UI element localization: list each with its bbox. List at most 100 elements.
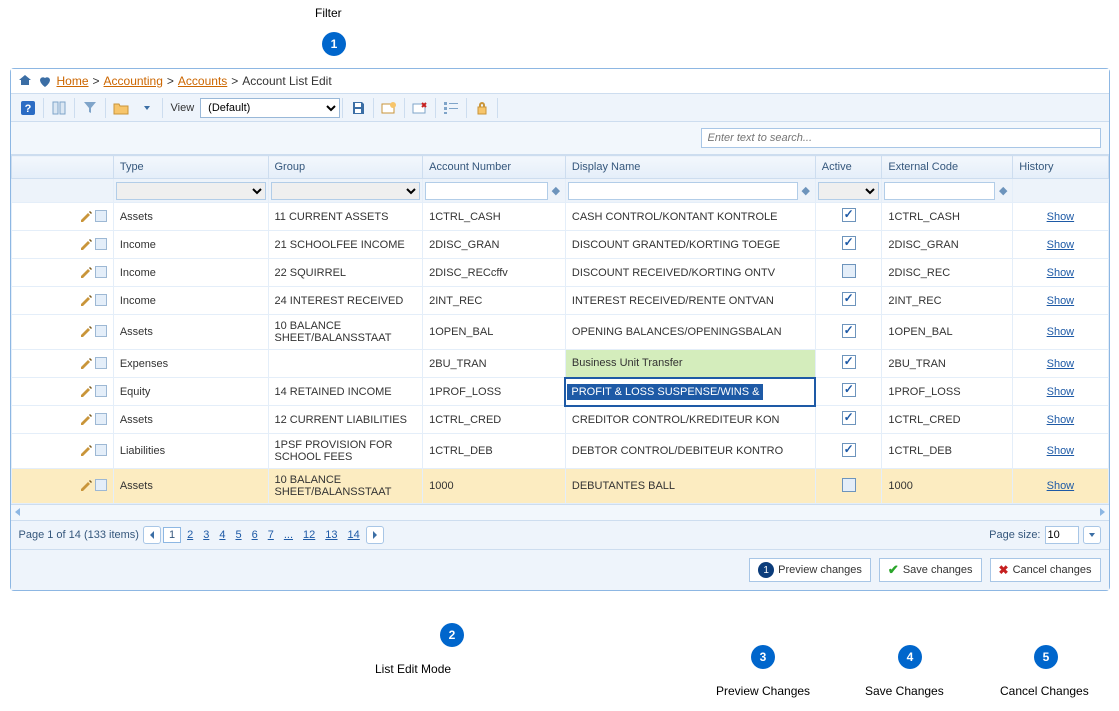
breadcrumb-accounts[interactable]: Accounts <box>178 74 227 88</box>
cell-group[interactable]: 24 INTEREST RECEIVED <box>268 287 423 315</box>
pager-size-dropdown[interactable] <box>1083 526 1101 544</box>
show-link[interactable]: Show <box>1047 445 1075 457</box>
list-button[interactable] <box>438 97 464 119</box>
pager-next[interactable] <box>366 526 384 544</box>
cell-dispname[interactable]: Business Unit Transfer <box>565 350 815 378</box>
cell-accnum[interactable]: 1PROF_LOSS <box>423 378 566 406</box>
show-link[interactable]: Show <box>1047 386 1075 398</box>
delete-button[interactable] <box>407 97 433 119</box>
edit-icon[interactable] <box>79 413 93 427</box>
cell-active[interactable] <box>815 406 882 434</box>
pager-page[interactable]: 5 <box>231 527 245 543</box>
cell-active[interactable] <box>815 350 882 378</box>
active-checkbox[interactable] <box>842 355 856 369</box>
filter-dispname[interactable] <box>568 182 798 200</box>
save-button[interactable] <box>345 97 371 119</box>
cell-accnum[interactable]: 2INT_REC <box>423 287 566 315</box>
horizontal-scrollbar[interactable] <box>11 504 1109 520</box>
edit-icon[interactable] <box>79 479 93 493</box>
row-action-icon[interactable] <box>95 444 107 456</box>
search-input[interactable] <box>701 128 1101 148</box>
cell-extcode[interactable]: 1000 <box>882 469 1013 504</box>
cell-extcode[interactable]: 2DISC_REC <box>882 259 1013 287</box>
cell-dispname[interactable]: DISCOUNT RECEIVED/KORTING ONTV <box>565 259 815 287</box>
pager-page[interactable]: 14 <box>344 527 364 543</box>
cell-dispname[interactable]: DISCOUNT GRANTED/KORTING TOEGE <box>565 231 815 259</box>
cell-type[interactable]: Equity <box>113 378 268 406</box>
cell-type[interactable]: Assets <box>113 469 268 504</box>
active-checkbox[interactable] <box>842 411 856 425</box>
cell-extcode[interactable]: 2INT_REC <box>882 287 1013 315</box>
pager-prev[interactable] <box>143 526 161 544</box>
cell-accnum[interactable]: 1CTRL_DEB <box>423 434 566 469</box>
cell-accnum[interactable]: 1OPEN_BAL <box>423 315 566 350</box>
pager-page[interactable]: 4 <box>215 527 229 543</box>
show-link[interactable]: Show <box>1047 267 1075 279</box>
edit-icon[interactable] <box>79 357 93 371</box>
col-history[interactable]: History <box>1013 156 1108 179</box>
cell-type[interactable]: Liabilities <box>113 434 268 469</box>
pager-page[interactable]: 6 <box>248 527 262 543</box>
cell-extcode[interactable]: 1CTRL_CASH <box>882 203 1013 231</box>
lock-button[interactable] <box>469 97 495 119</box>
cell-group[interactable]: 21 SCHOOLFEE INCOME <box>268 231 423 259</box>
cell-accnum[interactable]: 2DISC_RECcffv <box>423 259 566 287</box>
cell-extcode[interactable]: 2DISC_GRAN <box>882 231 1013 259</box>
pager-page[interactable]: ... <box>280 527 297 543</box>
new-button[interactable] <box>376 97 402 119</box>
pager-page[interactable]: 7 <box>264 527 278 543</box>
row-action-icon[interactable] <box>95 413 107 425</box>
cell-active[interactable] <box>815 203 882 231</box>
pager-size-input[interactable] <box>1045 526 1079 544</box>
cell-extcode[interactable]: 1CTRL_DEB <box>882 434 1013 469</box>
row-action-icon[interactable] <box>95 294 107 306</box>
cell-type[interactable]: Income <box>113 287 268 315</box>
col-dispname[interactable]: Display Name <box>565 156 815 179</box>
cell-type[interactable]: Income <box>113 259 268 287</box>
help-button[interactable]: ? <box>15 97 41 119</box>
cell-active[interactable] <box>815 469 882 504</box>
pager-page[interactable]: 12 <box>299 527 319 543</box>
cell-group[interactable]: 10 BALANCE SHEET/BALANSSTAAT <box>268 315 423 350</box>
cell-extcode[interactable]: 1OPEN_BAL <box>882 315 1013 350</box>
cell-extcode[interactable]: 1PROF_LOSS <box>882 378 1013 406</box>
cell-accnum[interactable]: 2DISC_GRAN <box>423 231 566 259</box>
cell-dispname[interactable]: OPENING BALANCES/OPENINGSBALAN <box>565 315 815 350</box>
row-action-icon[interactable] <box>95 479 107 491</box>
cell-type[interactable]: Expenses <box>113 350 268 378</box>
cell-accnum[interactable]: 1000 <box>423 469 566 504</box>
active-checkbox[interactable] <box>842 292 856 306</box>
cell-dispname[interactable]: DEBUTANTES BALL <box>565 469 815 504</box>
filter-type[interactable] <box>116 182 266 200</box>
edit-icon[interactable] <box>79 210 93 224</box>
cell-dispname[interactable]: CASH CONTROL/KONTANT KONTROLE <box>565 203 815 231</box>
cell-dispname[interactable]: CREDITOR CONTROL/KREDITEUR KON <box>565 406 815 434</box>
edit-icon[interactable] <box>79 325 93 339</box>
edit-icon[interactable] <box>79 238 93 252</box>
columns-button[interactable] <box>46 97 72 119</box>
filter-active[interactable] <box>818 182 880 200</box>
favorite-icon[interactable] <box>37 73 53 89</box>
cell-group[interactable]: 14 RETAINED INCOME <box>268 378 423 406</box>
active-checkbox[interactable] <box>842 208 856 222</box>
cell-group[interactable]: 22 SQUIRREL <box>268 259 423 287</box>
pager-page[interactable]: 2 <box>183 527 197 543</box>
active-checkbox[interactable] <box>842 324 856 338</box>
active-checkbox[interactable] <box>842 236 856 250</box>
row-action-icon[interactable] <box>95 210 107 222</box>
row-action-icon[interactable] <box>95 325 107 337</box>
cell-type[interactable]: Income <box>113 231 268 259</box>
cell-active[interactable] <box>815 315 882 350</box>
show-link[interactable]: Show <box>1047 480 1075 492</box>
col-group[interactable]: Group <box>268 156 423 179</box>
filter-extcode[interactable] <box>884 182 995 200</box>
cell-active[interactable] <box>815 434 882 469</box>
edit-icon[interactable] <box>79 266 93 280</box>
col-accnum[interactable]: Account Number <box>423 156 566 179</box>
show-link[interactable]: Show <box>1047 239 1075 251</box>
cell-accnum[interactable]: 2BU_TRAN <box>423 350 566 378</box>
row-action-icon[interactable] <box>95 357 107 369</box>
show-link[interactable]: Show <box>1047 414 1075 426</box>
row-action-icon[interactable] <box>95 266 107 278</box>
active-checkbox[interactable] <box>842 443 856 457</box>
